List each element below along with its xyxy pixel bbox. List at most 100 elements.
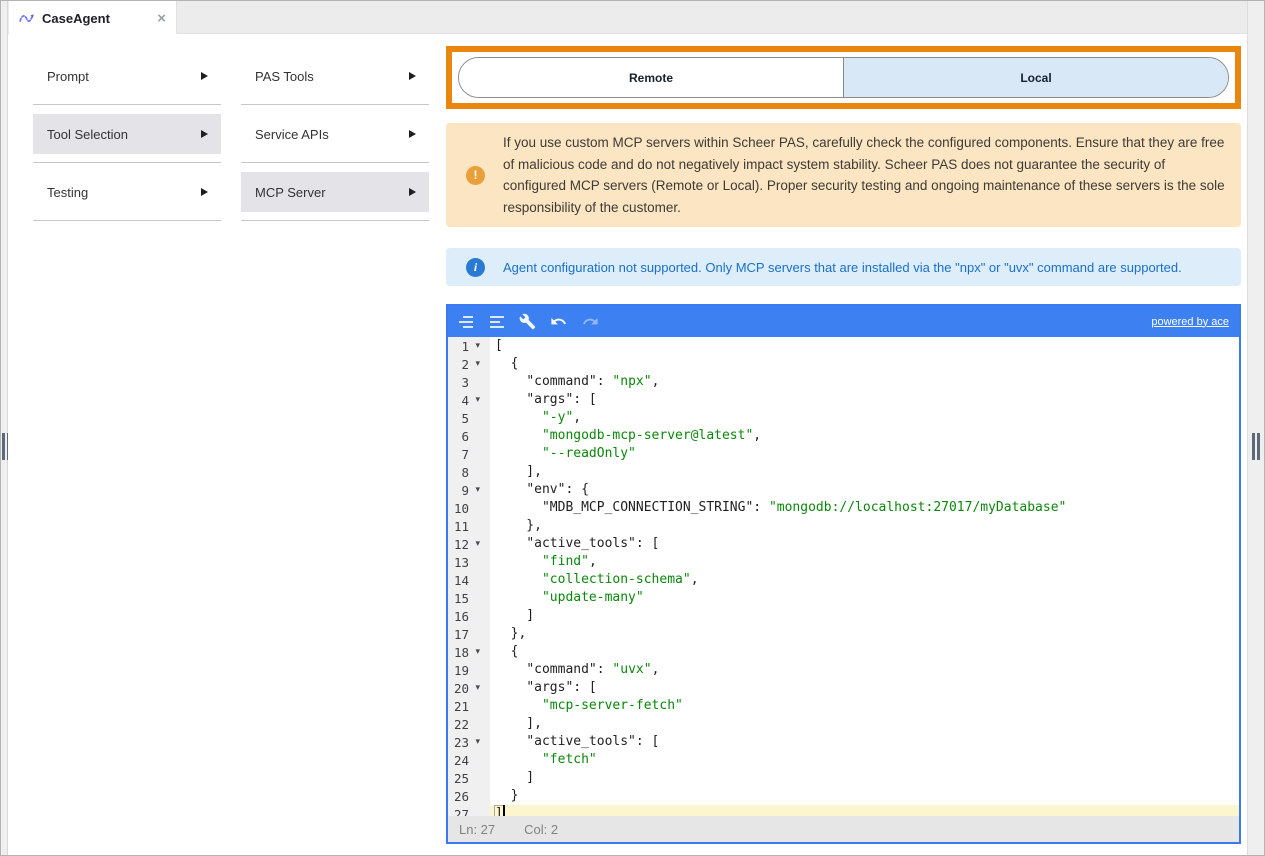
json-code-editor: powered by ace 1▾2▾34▾56789▾101112▾13141… bbox=[446, 304, 1241, 844]
code-token: : [ bbox=[636, 536, 659, 551]
toggle-option-local[interactable]: Local bbox=[843, 58, 1228, 97]
line-number: 12 bbox=[454, 537, 469, 552]
toggle-option-remote[interactable]: Remote bbox=[459, 58, 843, 97]
code-token bbox=[495, 500, 542, 515]
code-line-4[interactable]: "args": [ bbox=[495, 391, 1239, 409]
code-line-13[interactable]: "find", bbox=[495, 553, 1239, 571]
agent-scribble-icon bbox=[18, 10, 35, 27]
code-line-19[interactable]: "command": "uvx", bbox=[495, 661, 1239, 679]
splitter-grip-icon[interactable] bbox=[1252, 433, 1260, 460]
fold-toggle-icon[interactable]: ▾ bbox=[469, 683, 480, 693]
code-line-26[interactable]: } bbox=[495, 787, 1239, 805]
code-line-8[interactable]: ], bbox=[495, 463, 1239, 481]
code-line-7[interactable]: "--readOnly" bbox=[495, 445, 1239, 463]
code-token: : [ bbox=[573, 392, 596, 407]
code-token: ] bbox=[495, 770, 534, 785]
tab-bar: CaseAgent × bbox=[8, 1, 1247, 34]
code-token: { bbox=[495, 356, 518, 371]
line-number: 7 bbox=[461, 447, 469, 462]
code-line-20[interactable]: "args": [ bbox=[495, 679, 1239, 697]
code-token: : { bbox=[565, 482, 588, 497]
code-token: ], bbox=[495, 716, 542, 731]
gutter-line-1: 1▾ bbox=[448, 337, 490, 355]
code-token: : [ bbox=[573, 680, 596, 695]
code-line-15[interactable]: "update-many" bbox=[495, 589, 1239, 607]
code-line-14[interactable]: "collection-schema", bbox=[495, 571, 1239, 589]
undo-icon[interactable] bbox=[549, 313, 568, 330]
code-line-24[interactable]: "fetch" bbox=[495, 751, 1239, 769]
code-line-12[interactable]: "active_tools": [ bbox=[495, 535, 1239, 553]
code-line-10[interactable]: "MDB_MCP_CONNECTION_STRING": "mongodb://… bbox=[495, 499, 1239, 517]
code-line-16[interactable]: ] bbox=[495, 607, 1239, 625]
gutter-line-7: 7 bbox=[448, 445, 490, 463]
menu-item-prompt[interactable]: Prompt bbox=[33, 56, 221, 96]
code-line-1[interactable]: [ bbox=[495, 337, 1239, 355]
gutter-line-8: 8 bbox=[448, 463, 490, 481]
wrench-icon[interactable] bbox=[519, 313, 536, 330]
chevron-right-icon bbox=[201, 130, 208, 138]
menu-item-label: Testing bbox=[47, 185, 88, 200]
line-number: 16 bbox=[454, 609, 469, 624]
code-line-5[interactable]: "-y", bbox=[495, 409, 1239, 427]
code-token: : bbox=[753, 500, 769, 515]
code-token: "env" bbox=[526, 482, 565, 497]
format-indent-icon[interactable] bbox=[457, 314, 475, 330]
menu-item-pas-tools[interactable]: PAS Tools bbox=[241, 56, 429, 96]
code-token bbox=[495, 572, 542, 587]
line-number: 22 bbox=[454, 717, 469, 732]
powered-by-ace-link[interactable]: powered by ace bbox=[1151, 316, 1229, 328]
gutter-line-17: 17 bbox=[448, 625, 490, 643]
fold-toggle-icon[interactable]: ▾ bbox=[469, 539, 480, 549]
menu-item-mcp-server[interactable]: MCP Server bbox=[241, 172, 429, 212]
code-line-17[interactable]: }, bbox=[495, 625, 1239, 643]
text-cursor bbox=[503, 805, 505, 816]
code-line-2[interactable]: { bbox=[495, 355, 1239, 373]
fold-toggle-icon[interactable]: ▾ bbox=[469, 737, 480, 747]
right-panel-splitter[interactable] bbox=[1247, 1, 1264, 855]
code-line-23[interactable]: "active_tools": [ bbox=[495, 733, 1239, 751]
code-line-18[interactable]: { bbox=[495, 643, 1239, 661]
line-number: 18 bbox=[454, 645, 469, 660]
code-line-27[interactable]: ] bbox=[490, 805, 1239, 816]
code-line-11[interactable]: }, bbox=[495, 517, 1239, 535]
gutter-line-6: 6 bbox=[448, 427, 490, 445]
gutter-line-16: 16 bbox=[448, 607, 490, 625]
code-line-22[interactable]: ], bbox=[495, 715, 1239, 733]
line-number: 3 bbox=[461, 375, 469, 390]
line-number: 6 bbox=[461, 429, 469, 444]
line-number: 10 bbox=[454, 501, 469, 516]
fold-toggle-icon[interactable]: ▾ bbox=[469, 647, 480, 657]
code-token: "npx" bbox=[612, 374, 651, 389]
main-content: Prompt Tool Selection Testing PAS Tools Ser… bbox=[8, 34, 1247, 854]
code-line-25[interactable]: ] bbox=[495, 769, 1239, 787]
line-number: 5 bbox=[461, 411, 469, 426]
menu-item-tool-selection[interactable]: Tool Selection bbox=[33, 114, 221, 154]
menu-divider bbox=[33, 104, 221, 105]
fold-toggle-icon[interactable]: ▾ bbox=[469, 359, 480, 369]
code-token: "mongodb-mcp-server@latest" bbox=[542, 428, 753, 443]
left-panel-splitter[interactable] bbox=[1, 1, 8, 855]
editor-code-area[interactable]: [ { "command": "npx", "args": [ "-y", "m… bbox=[490, 337, 1239, 816]
align-left-icon[interactable] bbox=[488, 314, 506, 330]
code-token: : bbox=[597, 662, 613, 677]
fold-toggle-icon[interactable]: ▾ bbox=[469, 485, 480, 495]
menu-divider bbox=[241, 104, 429, 105]
code-line-6[interactable]: "mongodb-mcp-server@latest", bbox=[495, 427, 1239, 445]
menu-item-label: PAS Tools bbox=[255, 69, 314, 84]
agent-config-menu: Prompt Tool Selection Testing bbox=[33, 56, 221, 230]
code-line-21[interactable]: "mcp-server-fetch" bbox=[495, 697, 1239, 715]
menu-item-label: Service APIs bbox=[255, 127, 329, 142]
code-line-9[interactable]: "env": { bbox=[495, 481, 1239, 499]
redo-icon[interactable] bbox=[581, 313, 600, 330]
fold-toggle-icon[interactable]: ▾ bbox=[469, 341, 480, 351]
menu-item-testing[interactable]: Testing bbox=[33, 172, 221, 212]
code-token: "uvx" bbox=[612, 662, 651, 677]
menu-item-service-apis[interactable]: Service APIs bbox=[241, 114, 429, 154]
fold-toggle-icon[interactable]: ▾ bbox=[469, 395, 480, 405]
code-line-3[interactable]: "command": "npx", bbox=[495, 373, 1239, 391]
tab-caseagent[interactable]: CaseAgent × bbox=[9, 1, 177, 35]
line-number: 17 bbox=[454, 627, 469, 642]
close-tab-icon[interactable]: × bbox=[157, 11, 166, 26]
line-number: 24 bbox=[454, 753, 469, 768]
gutter-line-21: 21 bbox=[448, 697, 490, 715]
